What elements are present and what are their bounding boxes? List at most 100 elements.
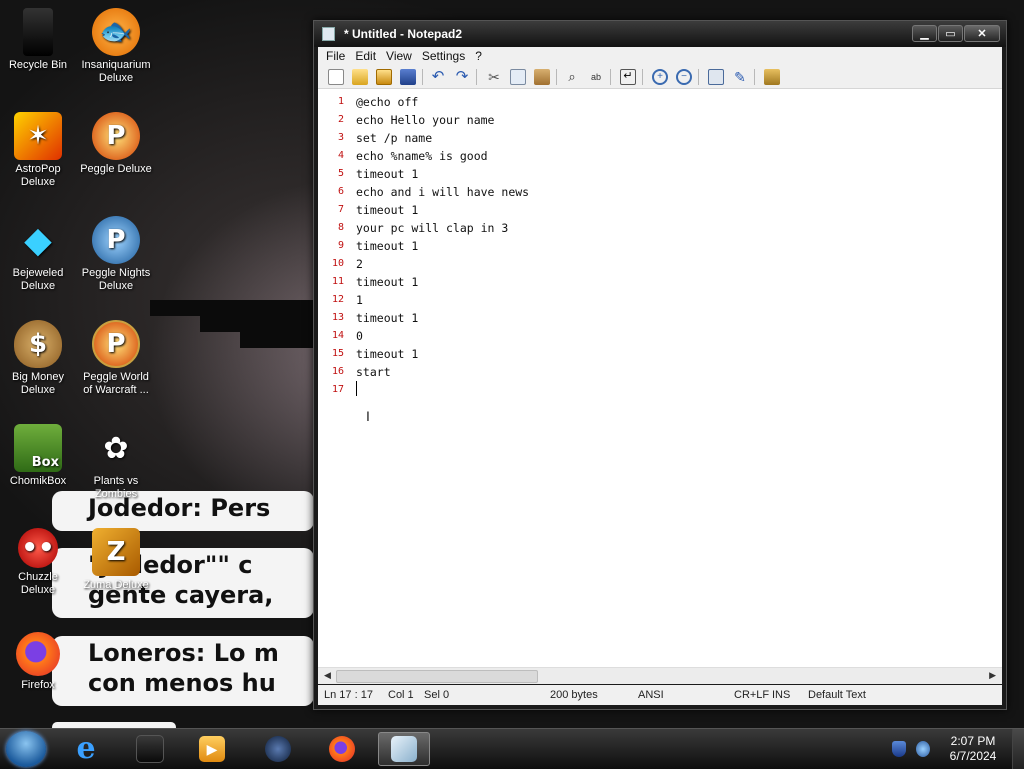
scrollbar-thumb[interactable] (336, 670, 538, 683)
exit-icon[interactable] (764, 69, 780, 85)
recycle-bin-icon (23, 8, 53, 56)
desktop-icon-peggle[interactable]: P Peggle Deluxe (78, 112, 154, 176)
window-title: * Untitled - Notepad2 (344, 27, 463, 41)
desktop-icon-firefox[interactable]: Firefox (0, 632, 76, 692)
menu-edit[interactable]: Edit (355, 49, 376, 63)
status-encoding[interactable]: ANSI (638, 689, 664, 701)
line-number: 2 (337, 114, 344, 125)
desktop-icon-label: Peggle Nights Deluxe (81, 267, 151, 292)
taskbar: e ▶ 2:07 PM 6/7/2024 (0, 728, 1024, 769)
line-number: 12 (331, 294, 344, 305)
network-icon[interactable] (916, 741, 930, 757)
clock[interactable]: 2:07 PM 6/7/2024 (944, 734, 1002, 764)
menu-help[interactable]: ? (475, 49, 482, 63)
start-orb-icon[interactable] (6, 731, 46, 767)
title-bar[interactable]: * Untitled - Notepad2 ▁ ▭ ✕ (314, 21, 1006, 47)
taskbar-notepad2[interactable] (378, 732, 430, 766)
desktop-icon-big-money[interactable]: $ Big Money Deluxe (0, 320, 76, 397)
desktop-icon-peggle-wow[interactable]: P Peggle World of Warcraft ... (78, 320, 154, 397)
line-number: 14 (331, 330, 344, 341)
desktop-icon-chuzzle[interactable]: •• Chuzzle Deluxe (0, 528, 76, 597)
status-line-ending[interactable]: CR+LF (734, 689, 769, 701)
line-number: 7 (337, 204, 344, 215)
taskbar-media-player[interactable]: ▶ (186, 732, 238, 766)
desktop-icon-label: Zuma Deluxe (83, 579, 149, 591)
taskbar-window[interactable] (124, 732, 176, 766)
firefox-icon (329, 736, 355, 762)
desktop-icon-astropop[interactable]: ✶ AstroPop Deluxe (0, 112, 76, 189)
desktop-icon-insaniquarium[interactable]: 🐟 Insaniquarium Deluxe (78, 8, 154, 85)
clock-date: 6/7/2024 (949, 749, 997, 763)
desktop-icon-plants-vs-zombies[interactable]: ✿ Plants vs Zombies (78, 424, 154, 501)
horizontal-scrollbar[interactable]: ◀ ▶ (318, 667, 1002, 684)
astropop-icon: ✶ (14, 112, 62, 160)
taskbar-globe[interactable] (252, 732, 304, 766)
code-line: timeout 1 (356, 203, 419, 217)
browse-icon[interactable] (376, 69, 392, 85)
menu-view[interactable]: View (386, 49, 412, 63)
maximize-button[interactable]: ▭ (938, 25, 963, 42)
money-bag-icon: $ (14, 320, 62, 368)
scheme-icon[interactable] (708, 69, 724, 85)
status-bar: Ln 17 : 17 Col 1 Sel 0 200 bytes ANSI CR… (318, 685, 1002, 705)
customize-icon[interactable]: ✎ (732, 69, 748, 85)
line-number: 8 (337, 222, 344, 233)
code-line: your pc will clap in 3 (356, 221, 509, 235)
wallpaper-band (240, 332, 320, 348)
code-line: 1 (356, 293, 363, 307)
taskbar-firefox[interactable] (316, 732, 368, 766)
line-number: 11 (331, 276, 344, 287)
menu-settings[interactable]: Settings (422, 49, 465, 63)
menu-file[interactable]: File (326, 49, 345, 63)
taskbar-internet-explorer[interactable]: e (60, 732, 112, 766)
undo-icon[interactable]: ↶ (430, 69, 446, 85)
paste-icon[interactable] (534, 69, 550, 85)
open-icon[interactable] (352, 69, 368, 85)
new-icon[interactable] (328, 69, 344, 85)
desktop-icon-bejeweled[interactable]: ◆ Bejeweled Deluxe (0, 216, 76, 293)
copy-icon[interactable] (510, 69, 526, 85)
line-number: 16 (331, 366, 344, 377)
close-button[interactable]: ✕ (964, 25, 1000, 42)
cut-icon[interactable]: ✂ (486, 69, 502, 85)
find-icon[interactable]: ⌕ (564, 69, 580, 85)
status-scheme[interactable]: Default Text (808, 689, 866, 701)
scroll-left-icon[interactable]: ◀ (324, 670, 331, 681)
peggle-icon: P (92, 112, 140, 160)
desktop-icon-recycle-bin[interactable]: Recycle Bin (0, 8, 76, 72)
word-wrap-icon[interactable]: ↵ (620, 69, 636, 85)
redo-icon[interactable]: ↷ (454, 69, 470, 85)
line-number: 4 (337, 150, 344, 161)
media-player-icon: ▶ (199, 736, 225, 762)
shield-icon[interactable] (892, 741, 906, 757)
zoom-in-icon[interactable]: + (652, 69, 668, 85)
toolbar-separator (754, 69, 755, 85)
line-number: 13 (331, 312, 344, 323)
code-line: timeout 1 (356, 167, 419, 181)
text-editor[interactable]: 1 @echo off 2 echo Hello your name 3 set… (318, 89, 1002, 667)
status-column: Col 1 (388, 689, 414, 701)
desktop-icon-label: ChomikBox (9, 475, 67, 487)
desktop-icon-chomikbox[interactable]: Box ChomikBox (0, 424, 76, 488)
minimize-icon: ▁ (920, 28, 929, 40)
scroll-right-icon[interactable]: ▶ (989, 670, 996, 681)
zoom-out-icon[interactable]: − (676, 69, 692, 85)
desktop-icon-label: Firefox (21, 679, 55, 691)
close-icon: ✕ (977, 28, 987, 40)
wallpaper-band (150, 300, 320, 316)
firefox-icon (16, 632, 60, 676)
maximize-icon: ▭ (945, 28, 956, 40)
line-number: 1 (337, 96, 344, 107)
save-icon[interactable] (400, 69, 416, 85)
desktop-icon-label: AstroPop Deluxe (15, 163, 61, 188)
line-number: 6 (337, 186, 344, 197)
status-mode[interactable]: INS (772, 689, 790, 701)
chomikbox-icon: Box (14, 424, 62, 472)
desktop-icon-zuma[interactable]: Z Zuma Deluxe (78, 528, 154, 592)
menu-bar: File Edit View Settings ? (318, 47, 1002, 65)
minimize-button[interactable]: ▁ (912, 25, 937, 42)
desktop-icon-peggle-nights[interactable]: P Peggle Nights Deluxe (78, 216, 154, 293)
show-desktop-button[interactable] (1012, 729, 1024, 769)
replace-icon[interactable]: ab (588, 69, 604, 85)
zuma-icon: Z (92, 528, 140, 576)
